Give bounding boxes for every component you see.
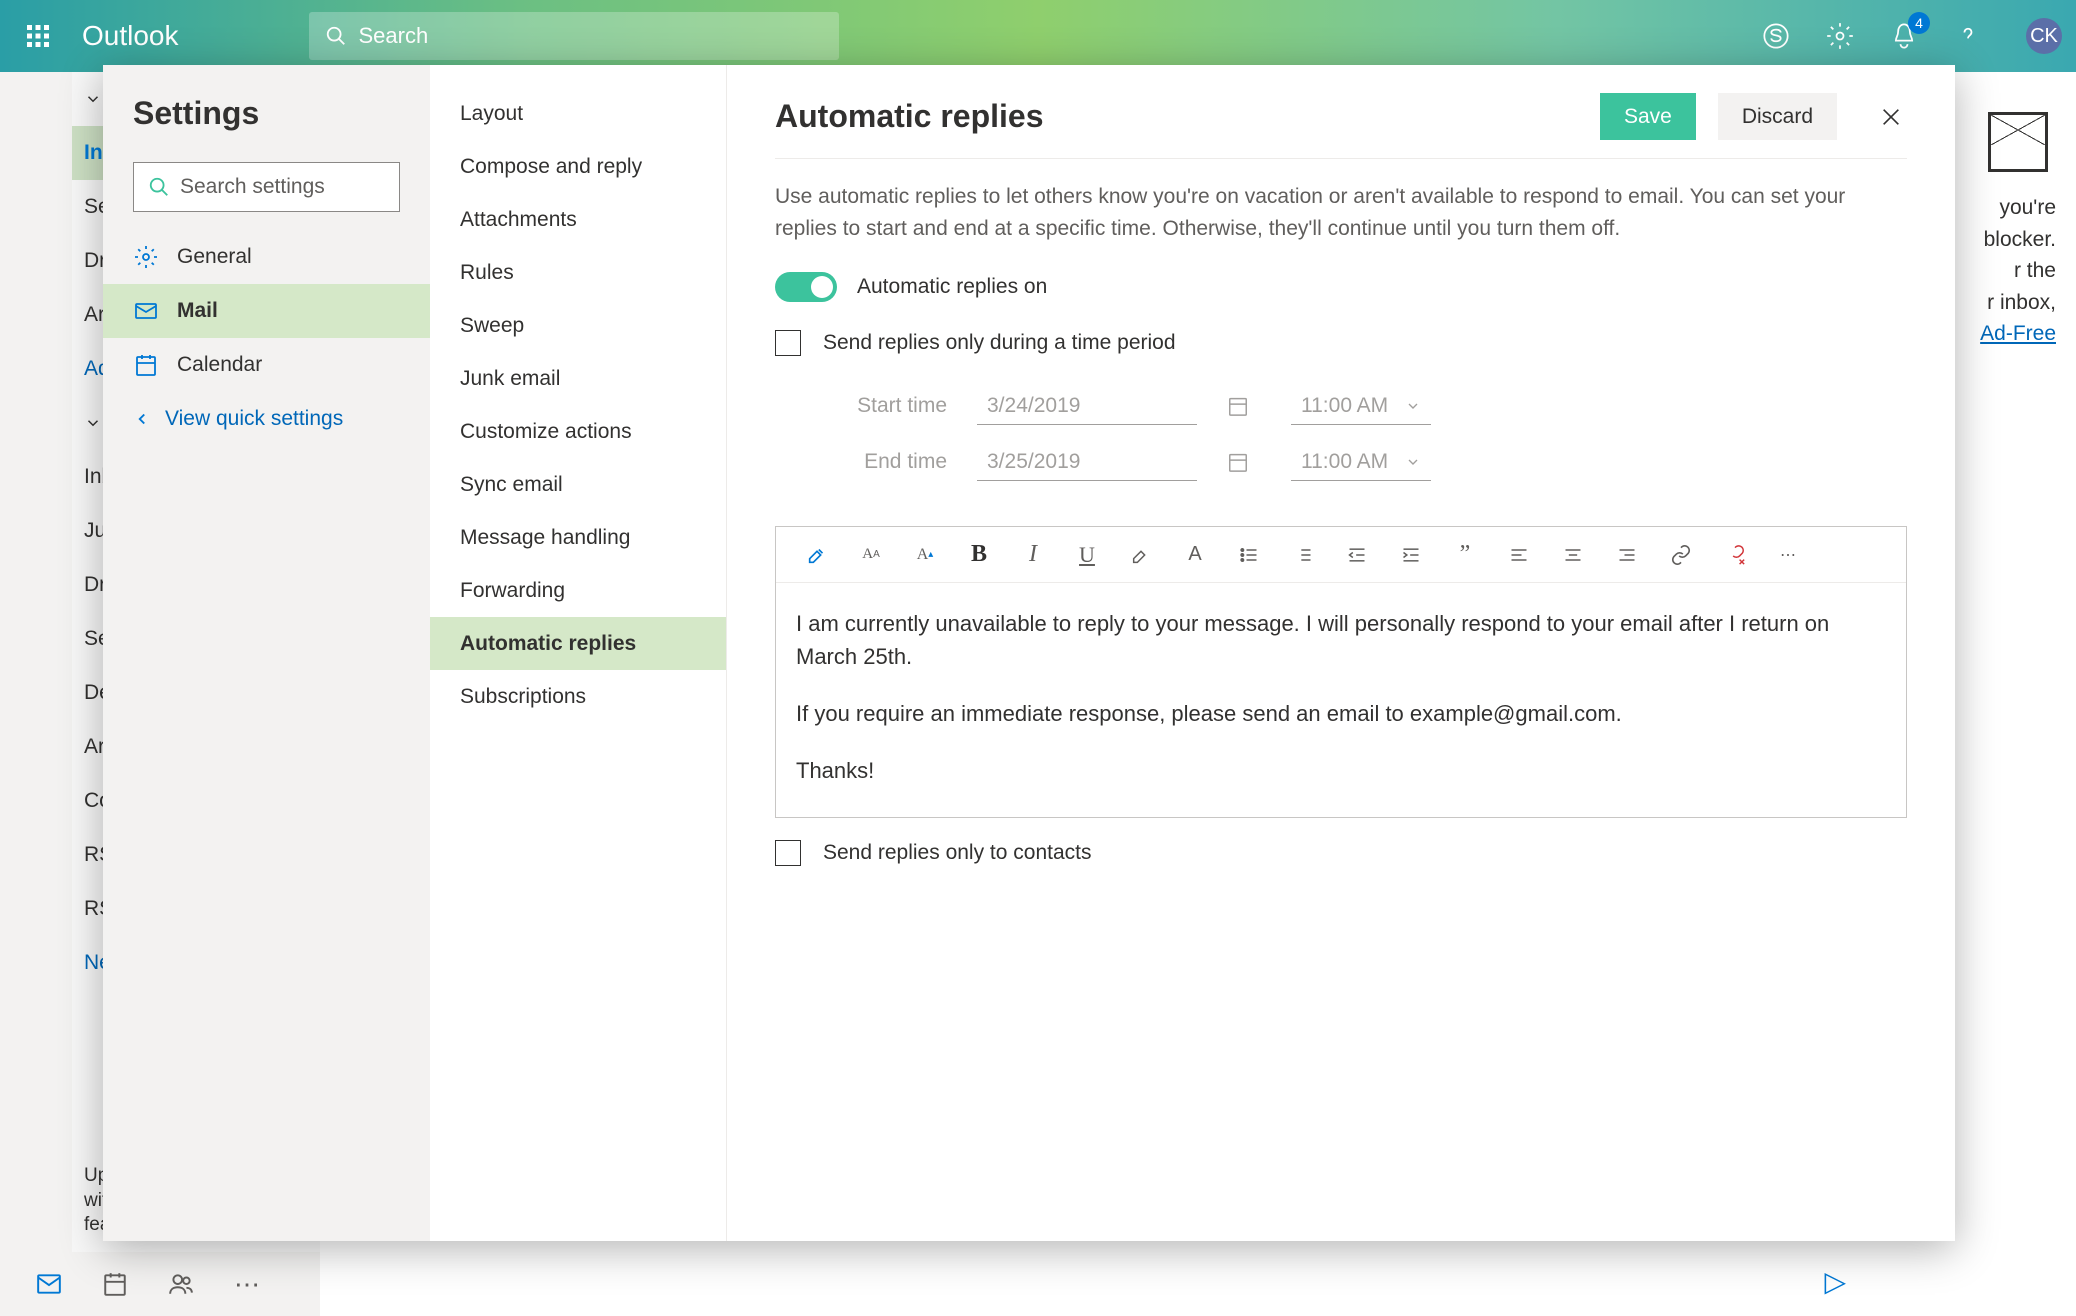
bold-icon[interactable]: B bbox=[966, 542, 992, 568]
end-time-label: End time bbox=[817, 450, 947, 474]
top-bar: Outlook Search 4 CK bbox=[0, 0, 2076, 72]
indent-icon[interactable] bbox=[1398, 542, 1424, 568]
time-period-checkbox[interactable] bbox=[775, 330, 801, 356]
option-compose[interactable]: Compose and reply bbox=[430, 140, 726, 193]
view-quick-settings-link[interactable]: View quick settings bbox=[103, 392, 430, 446]
contacts-only-checkbox[interactable] bbox=[775, 840, 801, 866]
highlight-icon[interactable] bbox=[1128, 542, 1154, 568]
bullet-list-icon[interactable] bbox=[1236, 542, 1262, 568]
start-date-input[interactable]: 3/24/2019 bbox=[977, 388, 1197, 425]
back-chevron-icon bbox=[129, 406, 155, 432]
skype-icon[interactable] bbox=[1758, 18, 1794, 54]
settings-modal: Settings Search settings General Mail Ca… bbox=[103, 65, 1955, 1241]
settings-title: Settings bbox=[103, 85, 430, 152]
reply-paragraph: I am currently unavailable to reply to y… bbox=[796, 607, 1886, 673]
app-launcher-icon[interactable] bbox=[14, 12, 62, 60]
font-color-icon[interactable]: A bbox=[1182, 542, 1208, 568]
mail-module-icon[interactable] bbox=[36, 1271, 62, 1297]
time-period-label: Send replies only during a time period bbox=[823, 331, 1176, 355]
gear-icon bbox=[133, 244, 159, 270]
search-settings-placeholder: Search settings bbox=[180, 175, 325, 199]
start-time-label: Start time bbox=[817, 394, 947, 418]
automatic-replies-toggle[interactable] bbox=[775, 272, 837, 302]
save-button[interactable]: Save bbox=[1600, 93, 1696, 140]
unlink-icon[interactable] bbox=[1722, 542, 1748, 568]
option-layout[interactable]: Layout bbox=[430, 87, 726, 140]
align-left-icon[interactable] bbox=[1506, 542, 1532, 568]
outdent-icon[interactable] bbox=[1344, 542, 1370, 568]
reply-editor: AA A▴ B I U A ” ⋯ I am currently bbox=[775, 526, 1907, 818]
more-format-icon[interactable]: ⋯ bbox=[1776, 542, 1802, 568]
calendar-picker-icon[interactable] bbox=[1227, 395, 1251, 417]
font-size-icon[interactable]: A▴ bbox=[912, 542, 938, 568]
option-junk[interactable]: Junk email bbox=[430, 352, 726, 405]
option-forwarding[interactable]: Forwarding bbox=[430, 564, 726, 617]
reply-paragraph: If you require an immediate response, pl… bbox=[796, 697, 1886, 730]
editor-body[interactable]: I am currently unavailable to reply to y… bbox=[776, 583, 1906, 817]
option-sweep[interactable]: Sweep bbox=[430, 299, 726, 352]
search-placeholder: Search bbox=[359, 23, 429, 49]
people-module-icon[interactable] bbox=[168, 1271, 194, 1297]
mail-icon bbox=[133, 298, 159, 324]
ad-snippet: you're blocker. r the r inbox, Ad-Free bbox=[1966, 192, 2056, 350]
bottom-module-bar: ⋯ bbox=[0, 1252, 320, 1316]
align-center-icon[interactable] bbox=[1560, 542, 1586, 568]
help-icon[interactable] bbox=[1950, 18, 1986, 54]
underline-icon[interactable]: U bbox=[1074, 542, 1100, 568]
global-search[interactable]: Search bbox=[309, 12, 839, 60]
brand-label: Outlook bbox=[82, 20, 179, 52]
end-time-input[interactable]: 11:00 AM bbox=[1291, 444, 1431, 481]
option-rules[interactable]: Rules bbox=[430, 246, 726, 299]
font-icon[interactable]: AA bbox=[858, 542, 884, 568]
start-time-input[interactable]: 11:00 AM bbox=[1291, 388, 1431, 425]
settings-icon[interactable] bbox=[1822, 18, 1858, 54]
option-attachments[interactable]: Attachments bbox=[430, 193, 726, 246]
align-right-icon[interactable] bbox=[1614, 542, 1640, 568]
category-mail[interactable]: Mail bbox=[103, 284, 430, 338]
italic-icon[interactable]: I bbox=[1020, 542, 1046, 568]
category-calendar[interactable]: Calendar bbox=[103, 338, 430, 392]
left-rail bbox=[0, 72, 72, 1252]
user-avatar[interactable]: CK bbox=[2026, 18, 2062, 54]
option-automatic-replies[interactable]: Automatic replies bbox=[430, 617, 726, 670]
calendar-icon bbox=[133, 352, 159, 378]
option-subscriptions[interactable]: Subscriptions bbox=[430, 670, 726, 723]
option-customize[interactable]: Customize actions bbox=[430, 405, 726, 458]
number-list-icon[interactable] bbox=[1290, 542, 1316, 568]
reply-paragraph: Thanks! bbox=[796, 754, 1886, 787]
toggle-label: Automatic replies on bbox=[857, 275, 1047, 299]
close-icon[interactable] bbox=[1875, 101, 1907, 133]
settings-detail-pane: Automatic replies Save Discard Use autom… bbox=[727, 65, 1955, 1241]
settings-category-pane: Settings Search settings General Mail Ca… bbox=[103, 65, 430, 1241]
calendar-module-icon[interactable] bbox=[102, 1271, 128, 1297]
search-settings-input[interactable]: Search settings bbox=[133, 162, 400, 212]
end-date-input[interactable]: 3/25/2019 bbox=[977, 444, 1197, 481]
panel-intro: Use automatic replies to let others know… bbox=[775, 181, 1907, 244]
calendar-picker-icon[interactable] bbox=[1227, 451, 1251, 473]
panel-title: Automatic replies bbox=[775, 98, 1044, 135]
format-painter-icon[interactable] bbox=[804, 542, 830, 568]
more-modules-icon[interactable]: ⋯ bbox=[234, 1269, 263, 1300]
play-icon[interactable]: ▷ bbox=[1824, 1265, 1846, 1298]
notification-badge: 4 bbox=[1908, 12, 1930, 34]
category-general[interactable]: General bbox=[103, 230, 430, 284]
ad-free-link[interactable]: Ad-Free bbox=[1980, 322, 2056, 345]
option-handling[interactable]: Message handling bbox=[430, 511, 726, 564]
quote-icon[interactable]: ” bbox=[1452, 542, 1478, 568]
editor-toolbar: AA A▴ B I U A ” ⋯ bbox=[776, 527, 1906, 583]
message-placeholder-icon bbox=[1988, 112, 2048, 172]
notifications-icon[interactable]: 4 bbox=[1886, 18, 1922, 54]
discard-button[interactable]: Discard bbox=[1718, 93, 1837, 140]
link-icon[interactable] bbox=[1668, 542, 1694, 568]
option-sync[interactable]: Sync email bbox=[430, 458, 726, 511]
contacts-only-label: Send replies only to contacts bbox=[823, 841, 1092, 865]
settings-subnav: Layout Compose and reply Attachments Rul… bbox=[430, 65, 727, 1241]
